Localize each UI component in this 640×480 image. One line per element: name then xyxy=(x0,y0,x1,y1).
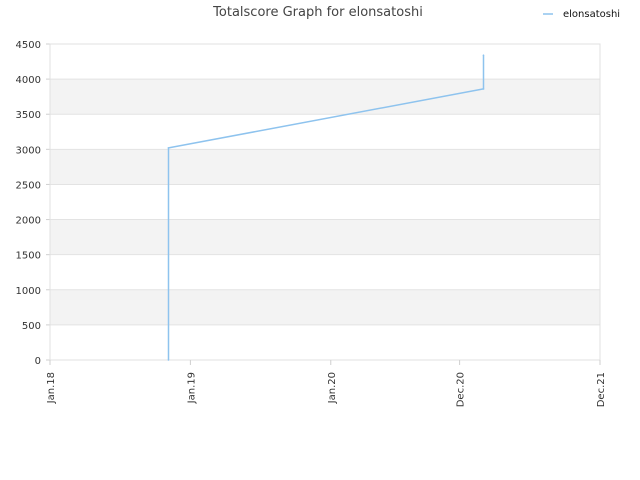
y-tick-label: 1500 xyxy=(16,251,41,262)
legend: elonsatoshi xyxy=(543,9,620,20)
plot-band xyxy=(50,219,600,255)
x-tick-label: Dec.20 xyxy=(456,372,467,407)
x-tick-label: Dec.21 xyxy=(596,372,607,407)
y-tick-label: 3500 xyxy=(16,110,41,121)
y-axis-ticks: 0 500 1000 1500 2000 2500 3000 3500 4000 4500 xyxy=(16,40,41,367)
data-point xyxy=(482,88,485,90)
x-tick-label: Jan.18 xyxy=(46,372,57,404)
y-tick-label: 4500 xyxy=(16,40,41,51)
x-axis-ticks: Jan.18 Jan.19 Jan.20 Dec.20 Dec.21 xyxy=(46,372,607,407)
plot-band xyxy=(50,289,600,325)
y-tick-label: 3000 xyxy=(16,145,41,156)
data-point xyxy=(482,54,485,57)
y-tick-label: 4000 xyxy=(16,75,41,86)
plot-band xyxy=(50,79,600,115)
x-tick-label: Jan.20 xyxy=(327,372,338,404)
plot-band xyxy=(50,149,600,185)
y-tick-label: 0 xyxy=(35,356,41,367)
y-tick-label: 2000 xyxy=(16,216,41,227)
y-tick-label: 1000 xyxy=(16,286,41,297)
data-point xyxy=(167,359,170,361)
totalscore-chart: Totalscore Graph for elonsatoshi elonsat… xyxy=(16,5,621,407)
x-tick-label: Jan.19 xyxy=(186,372,197,404)
data-point xyxy=(167,147,170,149)
chart-title: Totalscore Graph for elonsatoshi xyxy=(212,5,423,20)
legend-label: elonsatoshi xyxy=(563,9,620,20)
y-tick-label: 500 xyxy=(22,321,41,332)
plot-bands xyxy=(50,79,600,325)
y-tick-label: 2500 xyxy=(16,180,41,191)
